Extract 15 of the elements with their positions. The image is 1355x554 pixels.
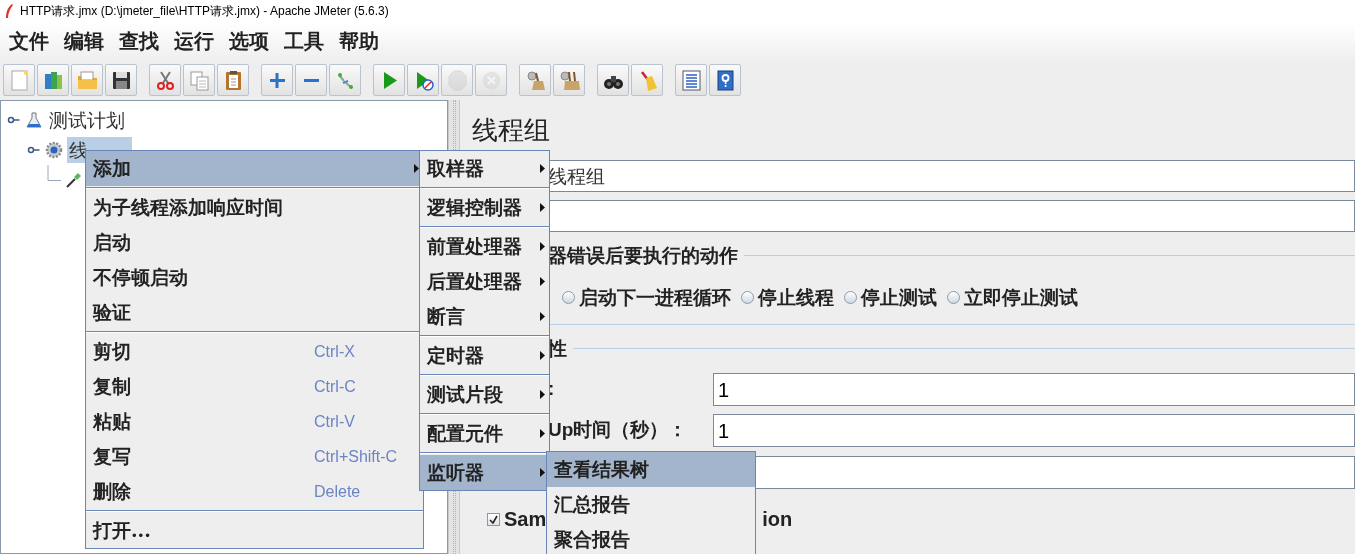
radio-label: 启动下一进程循环 bbox=[579, 284, 731, 310]
shortcut-label: Ctrl+Shift-C bbox=[314, 446, 398, 467]
shortcut-label: Ctrl-C bbox=[314, 376, 356, 397]
shortcut-label: Ctrl-V bbox=[314, 411, 355, 432]
radio-label: 立即停止测试 bbox=[964, 284, 1078, 310]
shortcut-label: Ctrl-X bbox=[314, 341, 355, 362]
radio-label: 停止线程 bbox=[758, 284, 834, 310]
panel-title: 线程组 bbox=[472, 114, 551, 146]
field-label: : bbox=[548, 377, 556, 402]
checkbox-label: Sam bbox=[504, 507, 547, 532]
radio-label: 停止测试 bbox=[861, 284, 937, 310]
section-title: 器错误后要执行的动作 bbox=[548, 242, 739, 268]
shortcut-label: Delete bbox=[314, 481, 361, 502]
checkbox-label: ion bbox=[762, 507, 793, 532]
window-title: HTTP请求.jmx (D:\jmeter_file\HTTP请求.jmx) - Apache JMeter (5.6.3) bbox=[20, 3, 389, 20]
